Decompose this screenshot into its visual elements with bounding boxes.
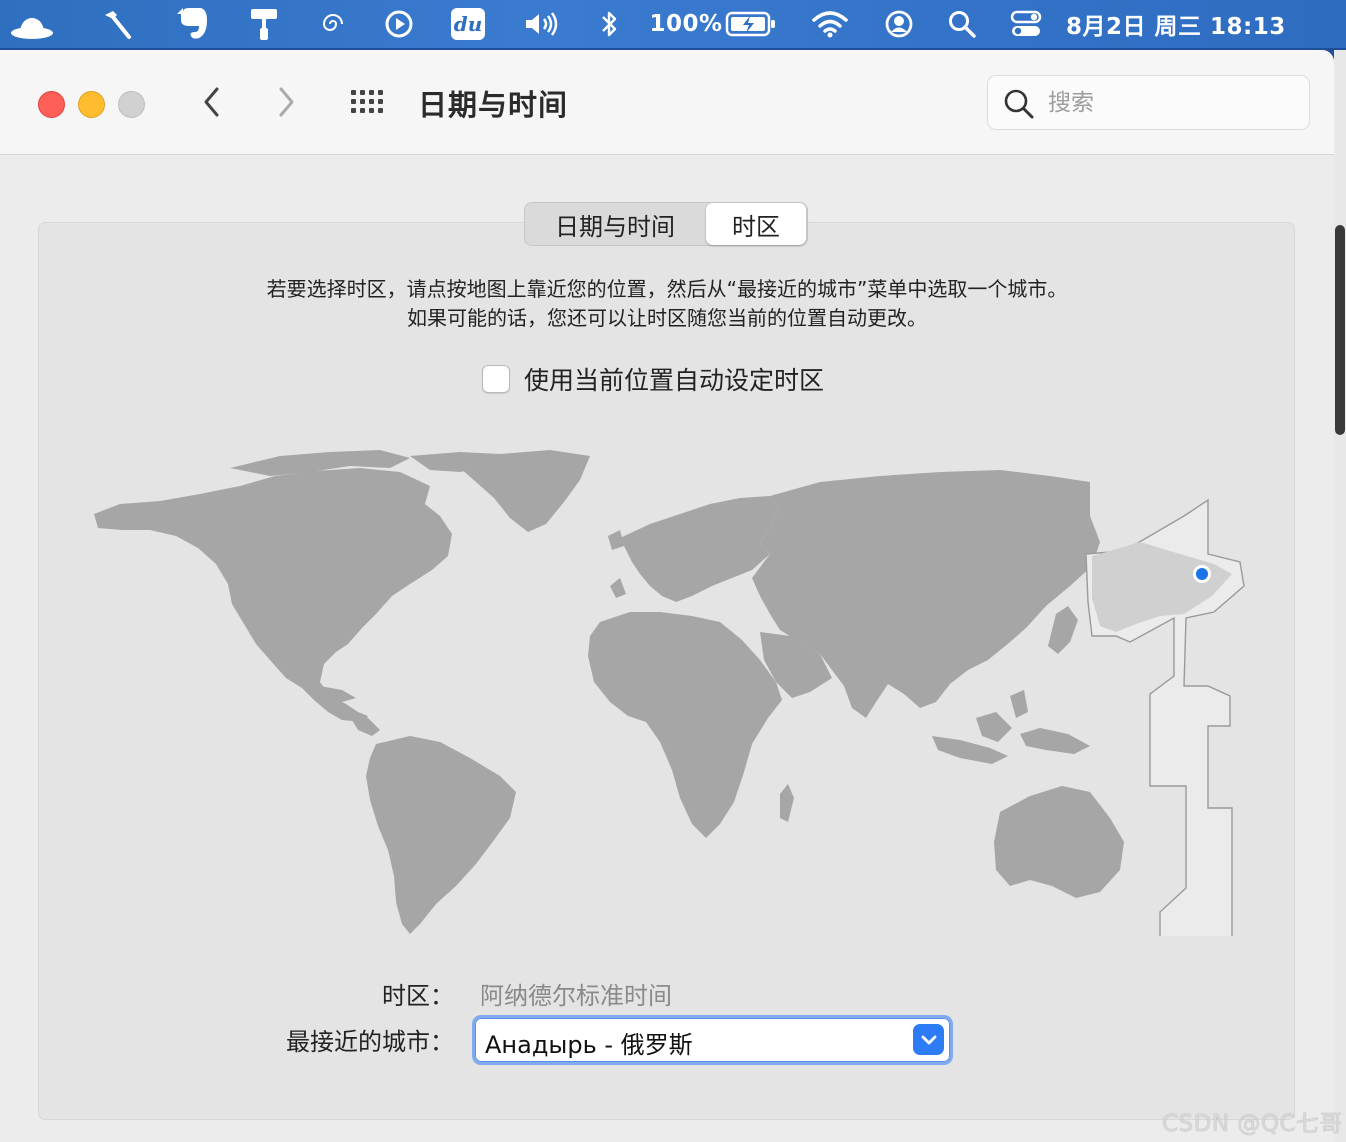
window-toolbar: 日期与时间 xyxy=(0,50,1334,155)
auto-timezone-label: 使用当前位置自动设定时区 xyxy=(524,366,825,395)
bluetooth-icon[interactable] xyxy=(594,0,624,48)
wifi-icon[interactable] xyxy=(808,0,852,48)
world-map[interactable] xyxy=(80,446,1255,936)
closest-city-dropdown-button[interactable] xyxy=(913,1024,944,1055)
hat-icon[interactable] xyxy=(8,0,56,48)
magnifier-icon xyxy=(1004,89,1034,119)
close-window-button[interactable] xyxy=(38,91,65,118)
chevron-left-icon xyxy=(204,87,219,117)
auto-timezone-row[interactable]: 使用当前位置自动设定时区 xyxy=(482,362,824,396)
instructions: 若要选择时区，请点按地图上靠近您的位置，然后从“最接近的城市”菜单中选取一个城市… xyxy=(0,275,1334,333)
scrollbar-track[interactable] xyxy=(1334,50,1346,1142)
tab-time-zone[interactable]: 时区 xyxy=(706,203,806,245)
hammer-icon[interactable] xyxy=(96,0,136,48)
user-circle-icon[interactable] xyxy=(880,0,918,48)
chevron-down-icon xyxy=(921,1035,936,1044)
preferences-window: 日期与时间 日期与时间 时区 若要选择时区，请点按地图上靠近您的位置，然后从“最… xyxy=(0,50,1334,1142)
battery-icon[interactable] xyxy=(724,0,778,48)
closest-city-value: Анадырь - 俄罗斯 xyxy=(485,1031,693,1059)
closest-city-label: 最接近的城市： xyxy=(286,1028,454,1056)
zoom-window-button[interactable] xyxy=(118,91,145,118)
paint-roller-icon[interactable] xyxy=(244,0,284,48)
search-input[interactable] xyxy=(1046,86,1290,120)
control-center-icon[interactable] xyxy=(1006,0,1046,48)
evernote-icon[interactable] xyxy=(172,0,212,48)
tab-bar: 日期与时间 时区 xyxy=(524,202,808,246)
battery-percent: 100% xyxy=(649,11,723,37)
instructions-line-2: 如果可能的话，您还可以让时区随您当前的位置自动更改。 xyxy=(407,306,927,330)
show-all-button[interactable] xyxy=(346,84,390,120)
window-title: 日期与时间 xyxy=(418,88,569,122)
spiral-icon[interactable] xyxy=(314,0,352,48)
forward-button[interactable] xyxy=(270,84,302,120)
watermark: CSDN @QC七哥 xyxy=(1162,1111,1344,1137)
closest-city-select[interactable]: Анадырь - 俄罗斯 xyxy=(472,1015,953,1065)
instructions-line-1: 若要选择时区，请点按地图上靠近您的位置，然后从“最接近的城市”菜单中选取一个城市… xyxy=(266,277,1068,301)
tab-date-time[interactable]: 日期与时间 xyxy=(525,203,705,245)
du-label: du xyxy=(451,8,485,40)
location-pin-icon[interactable] xyxy=(1196,568,1208,580)
map-landmasses xyxy=(94,450,1204,934)
menubar-datetime[interactable]: 8月2日 周三 18:13 xyxy=(1066,0,1316,48)
search-icon[interactable] xyxy=(944,0,980,48)
back-button[interactable] xyxy=(196,84,228,120)
auto-timezone-checkbox[interactable] xyxy=(482,365,510,393)
grid-icon xyxy=(351,90,383,113)
timezone-label: 时区： xyxy=(382,982,454,1010)
play-circle-icon[interactable] xyxy=(380,0,418,48)
timezone-value: 阿纳德尔标准时间 xyxy=(480,982,672,1010)
chevron-right-icon xyxy=(279,87,294,117)
scrollbar-thumb[interactable] xyxy=(1335,225,1345,435)
menu-bar: du 100% 8月2日 周三 18:13 xyxy=(0,0,1346,48)
search-field[interactable] xyxy=(987,75,1310,130)
volume-icon[interactable] xyxy=(520,0,564,48)
minimize-window-button[interactable] xyxy=(78,91,105,118)
du-icon[interactable]: du xyxy=(448,0,488,48)
